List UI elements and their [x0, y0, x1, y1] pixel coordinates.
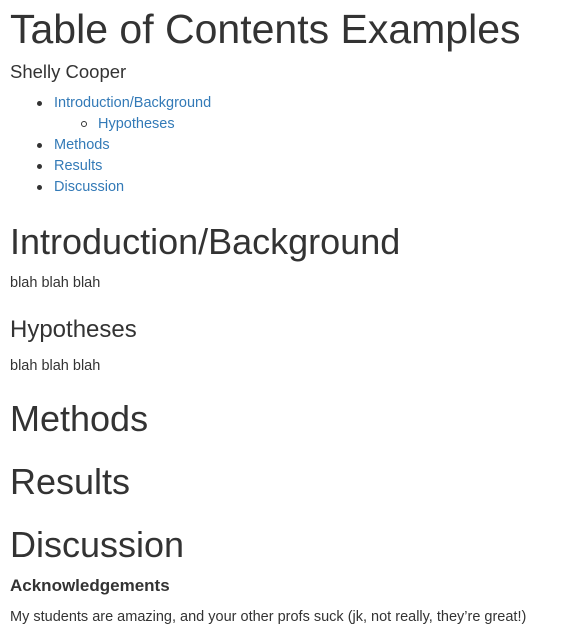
toc-link-results[interactable]: Results	[54, 158, 102, 174]
section-heading-hypotheses: Hypotheses	[10, 316, 137, 343]
toc-item-methods: Methods	[10, 135, 211, 156]
bullet-circle-icon	[81, 121, 87, 127]
toc-item-discussion: Discussion	[10, 177, 211, 198]
section-heading-introduction: Introduction/Background	[10, 221, 401, 262]
toc-item-hypotheses: Hypotheses	[10, 114, 211, 135]
bullet-disc-icon	[37, 164, 42, 169]
bullet-disc-icon	[37, 143, 42, 148]
section-body-introduction: blah blah blah	[10, 275, 101, 291]
author-name: Shelly Cooper	[10, 61, 127, 82]
toc-link-hypotheses[interactable]: Hypotheses	[98, 116, 175, 132]
toc-item-results: Results	[10, 156, 211, 177]
table-of-contents: Introduction/Background Hypotheses Metho…	[10, 93, 211, 198]
section-body-hypotheses: blah blah blah	[10, 358, 101, 374]
toc-link-introduction[interactable]: Introduction/Background	[54, 95, 211, 111]
section-heading-methods: Methods	[10, 398, 149, 439]
toc-item-introduction: Introduction/Background	[10, 93, 211, 114]
bullet-disc-icon	[37, 185, 42, 190]
toc-link-methods[interactable]: Methods	[54, 137, 110, 153]
section-heading-results: Results	[10, 461, 131, 502]
section-heading-discussion: Discussion	[10, 524, 185, 565]
section-heading-acknowledgements: Acknowledgements	[10, 576, 170, 595]
toc-link-discussion[interactable]: Discussion	[54, 179, 124, 195]
bullet-disc-icon	[37, 101, 42, 106]
section-body-acknowledgements: My students are amazing, and your other …	[10, 609, 527, 625]
page-title: Table of Contents Examples	[10, 6, 521, 52]
